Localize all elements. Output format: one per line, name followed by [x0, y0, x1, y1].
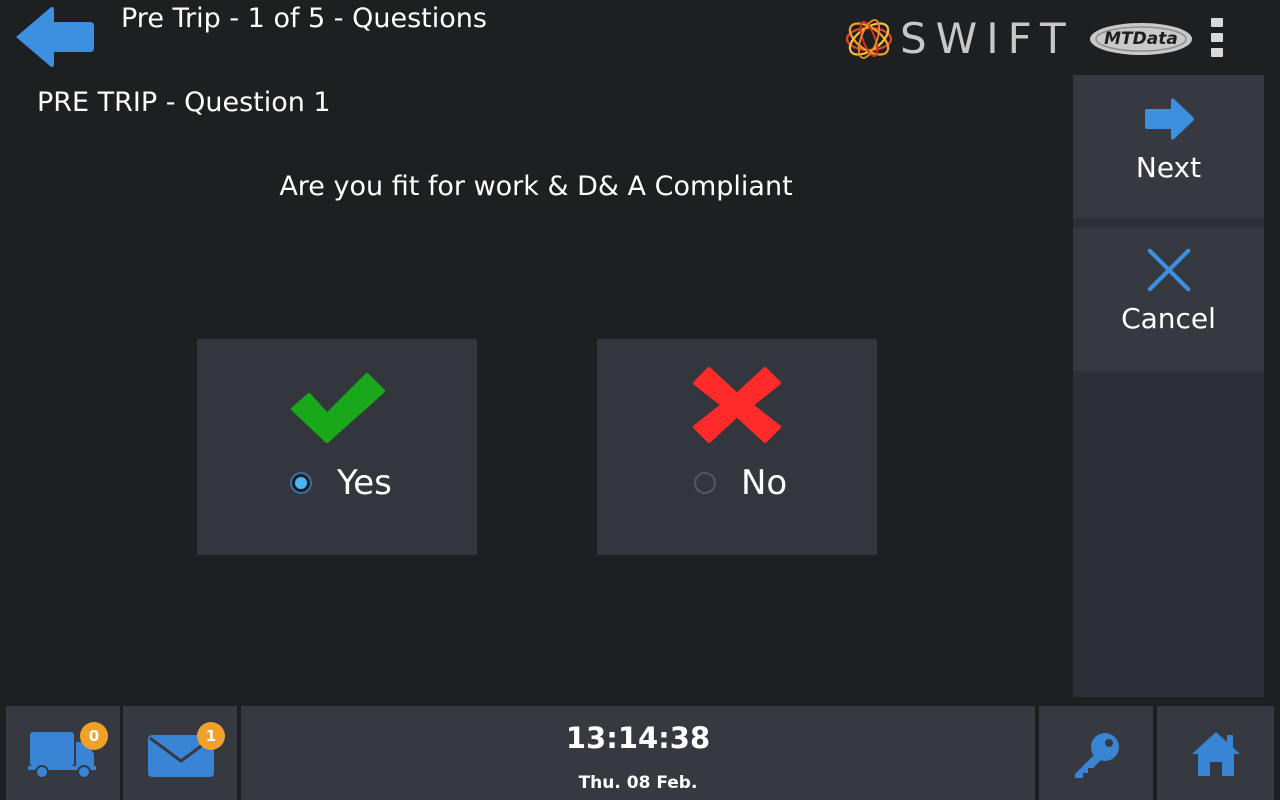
swift-logo: SWIFT	[844, 14, 1066, 64]
messages-count-badge: 1	[197, 722, 225, 750]
answer-yes-label: Yes	[337, 463, 392, 503]
cancel-button[interactable]: Cancel	[1073, 228, 1264, 371]
radio-yes[interactable]	[290, 472, 312, 494]
arrow-right-icon	[1145, 98, 1194, 140]
jobs-button[interactable]: 0	[6, 706, 120, 800]
cancel-label: Cancel	[1121, 302, 1216, 335]
question-text: Are you fit for work & D& A Compliant	[279, 171, 793, 202]
screen-title: Pre Trip - 1 of 5 - Questions	[121, 3, 487, 34]
radio-no[interactable]	[694, 472, 716, 494]
clock-date: Thu. 08 Feb.	[578, 773, 698, 793]
checkmark-icon	[291, 373, 385, 443]
next-button[interactable]: Next	[1073, 75, 1264, 218]
answer-no-label: No	[741, 463, 788, 503]
kebab-dot	[1211, 18, 1223, 27]
side-action-panel: Next Cancel	[1073, 75, 1264, 697]
answer-yes-card[interactable]: Yes	[197, 339, 477, 555]
pre-trip-question-screen: Pre Trip - 1 of 5 - Questions SWIFT MTDa…	[0, 0, 1280, 800]
key-icon	[1075, 733, 1119, 778]
back-arrow-icon	[16, 6, 94, 68]
home-icon	[1192, 732, 1240, 776]
login-key-button[interactable]	[1039, 706, 1153, 800]
close-icon	[1147, 248, 1191, 292]
back-button[interactable]	[10, 4, 104, 70]
jobs-count-badge: 0	[80, 722, 108, 750]
kebab-dot	[1211, 48, 1223, 57]
clock-time: 13:14:38	[565, 721, 711, 755]
swift-wordmark: SWIFT	[900, 14, 1075, 63]
bottom-bar: 0 1 13:14:38 Thu. 08 Feb.	[0, 703, 1280, 800]
next-label: Next	[1135, 151, 1202, 184]
question-heading: PRE TRIP - Question 1	[37, 87, 331, 118]
home-button[interactable]	[1157, 706, 1274, 800]
kebab-menu-button[interactable]	[1206, 18, 1228, 58]
cross-icon	[693, 367, 781, 443]
mtdata-wordmark: MTData	[1104, 29, 1178, 49]
kebab-dot	[1211, 33, 1223, 42]
top-bar: Pre Trip - 1 of 5 - Questions SWIFT MTDa…	[0, 0, 1280, 74]
clock-panel: 13:14:38 Thu. 08 Feb.	[241, 706, 1035, 800]
answer-no-card[interactable]: No	[597, 339, 877, 555]
messages-button[interactable]: 1	[123, 706, 237, 800]
swift-globe-icon	[845, 19, 893, 59]
mtdata-logo: MTData	[1088, 20, 1194, 58]
